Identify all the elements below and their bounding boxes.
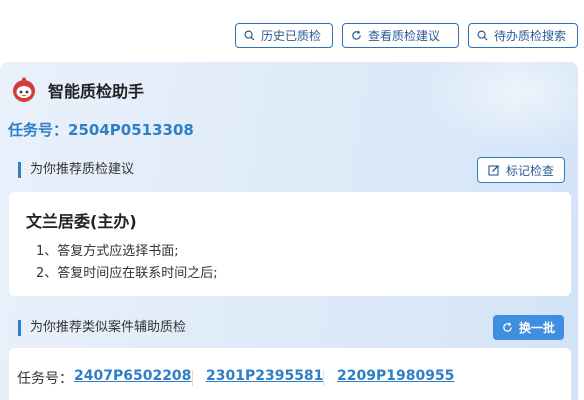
assistant-panel: 智能质检助手 任务号：2504P0513308 为你推荐质检建议 标记检查 文兰… xyxy=(0,62,578,400)
task-number: 2504P0513308 xyxy=(68,121,194,139)
robot-mascot-icon xyxy=(13,77,35,102)
history-checked-button[interactable]: 历史已质检 xyxy=(235,23,333,48)
search-icon xyxy=(244,30,255,41)
assistant-title: 智能质检助手 xyxy=(48,82,145,101)
suggestion-item: 2、答复时间应在联系时间之后; xyxy=(36,266,218,281)
similar-task-link[interactable]: 2407P6502208 xyxy=(74,368,191,384)
history-checked-label: 历史已质检 xyxy=(261,29,322,43)
suggestion-card: 文兰居委(主办) 1、答复方式应选择书面; 2、答复时间应在联系时间之后; xyxy=(9,192,571,296)
pending-search-label: 待办质检搜索 xyxy=(494,29,567,43)
current-task: 任务号：2504P0513308 xyxy=(8,119,194,140)
similar-task-link[interactable]: 2209P1980955 xyxy=(337,368,454,384)
suggestion-card-title: 文兰居委(主办) xyxy=(26,212,137,231)
divider xyxy=(323,370,324,386)
mark-check-label: 标记检查 xyxy=(505,163,554,178)
search-icon xyxy=(477,30,488,41)
similar-task-link[interactable]: 2301P2395581 xyxy=(206,368,323,384)
similar-cases-section-title: 为你推荐类似案件辅助质检 xyxy=(18,320,186,336)
swap-batch-label: 换一批 xyxy=(518,321,555,335)
mark-check-button[interactable]: 标记检查 xyxy=(477,157,565,183)
view-suggestions-label: 查看质检建议 xyxy=(368,29,441,43)
view-suggestions-button[interactable]: 查看质检建议 xyxy=(342,23,459,48)
edit-icon xyxy=(488,165,499,176)
top-toolbar: 历史已质检 查看质检建议 待办质检搜索 xyxy=(235,23,578,48)
similar-cases-card: 任务号： 2407P6502208 2301P2395581 2209P1980… xyxy=(9,348,571,400)
refresh-icon xyxy=(352,30,361,40)
pending-search-button[interactable]: 待办质检搜索 xyxy=(468,23,578,48)
similar-task-label: 任务号： xyxy=(17,371,73,387)
refresh-icon xyxy=(503,322,512,332)
assistant-header: 智能质检助手 xyxy=(10,76,144,104)
swap-batch-button[interactable]: 换一批 xyxy=(493,315,564,340)
suggestion-item: 1、答复方式应选择书面; xyxy=(36,244,179,259)
divider xyxy=(192,370,193,386)
suggestions-section-title: 为你推荐质检建议 xyxy=(18,162,134,178)
task-label: 任务号： xyxy=(8,121,69,139)
